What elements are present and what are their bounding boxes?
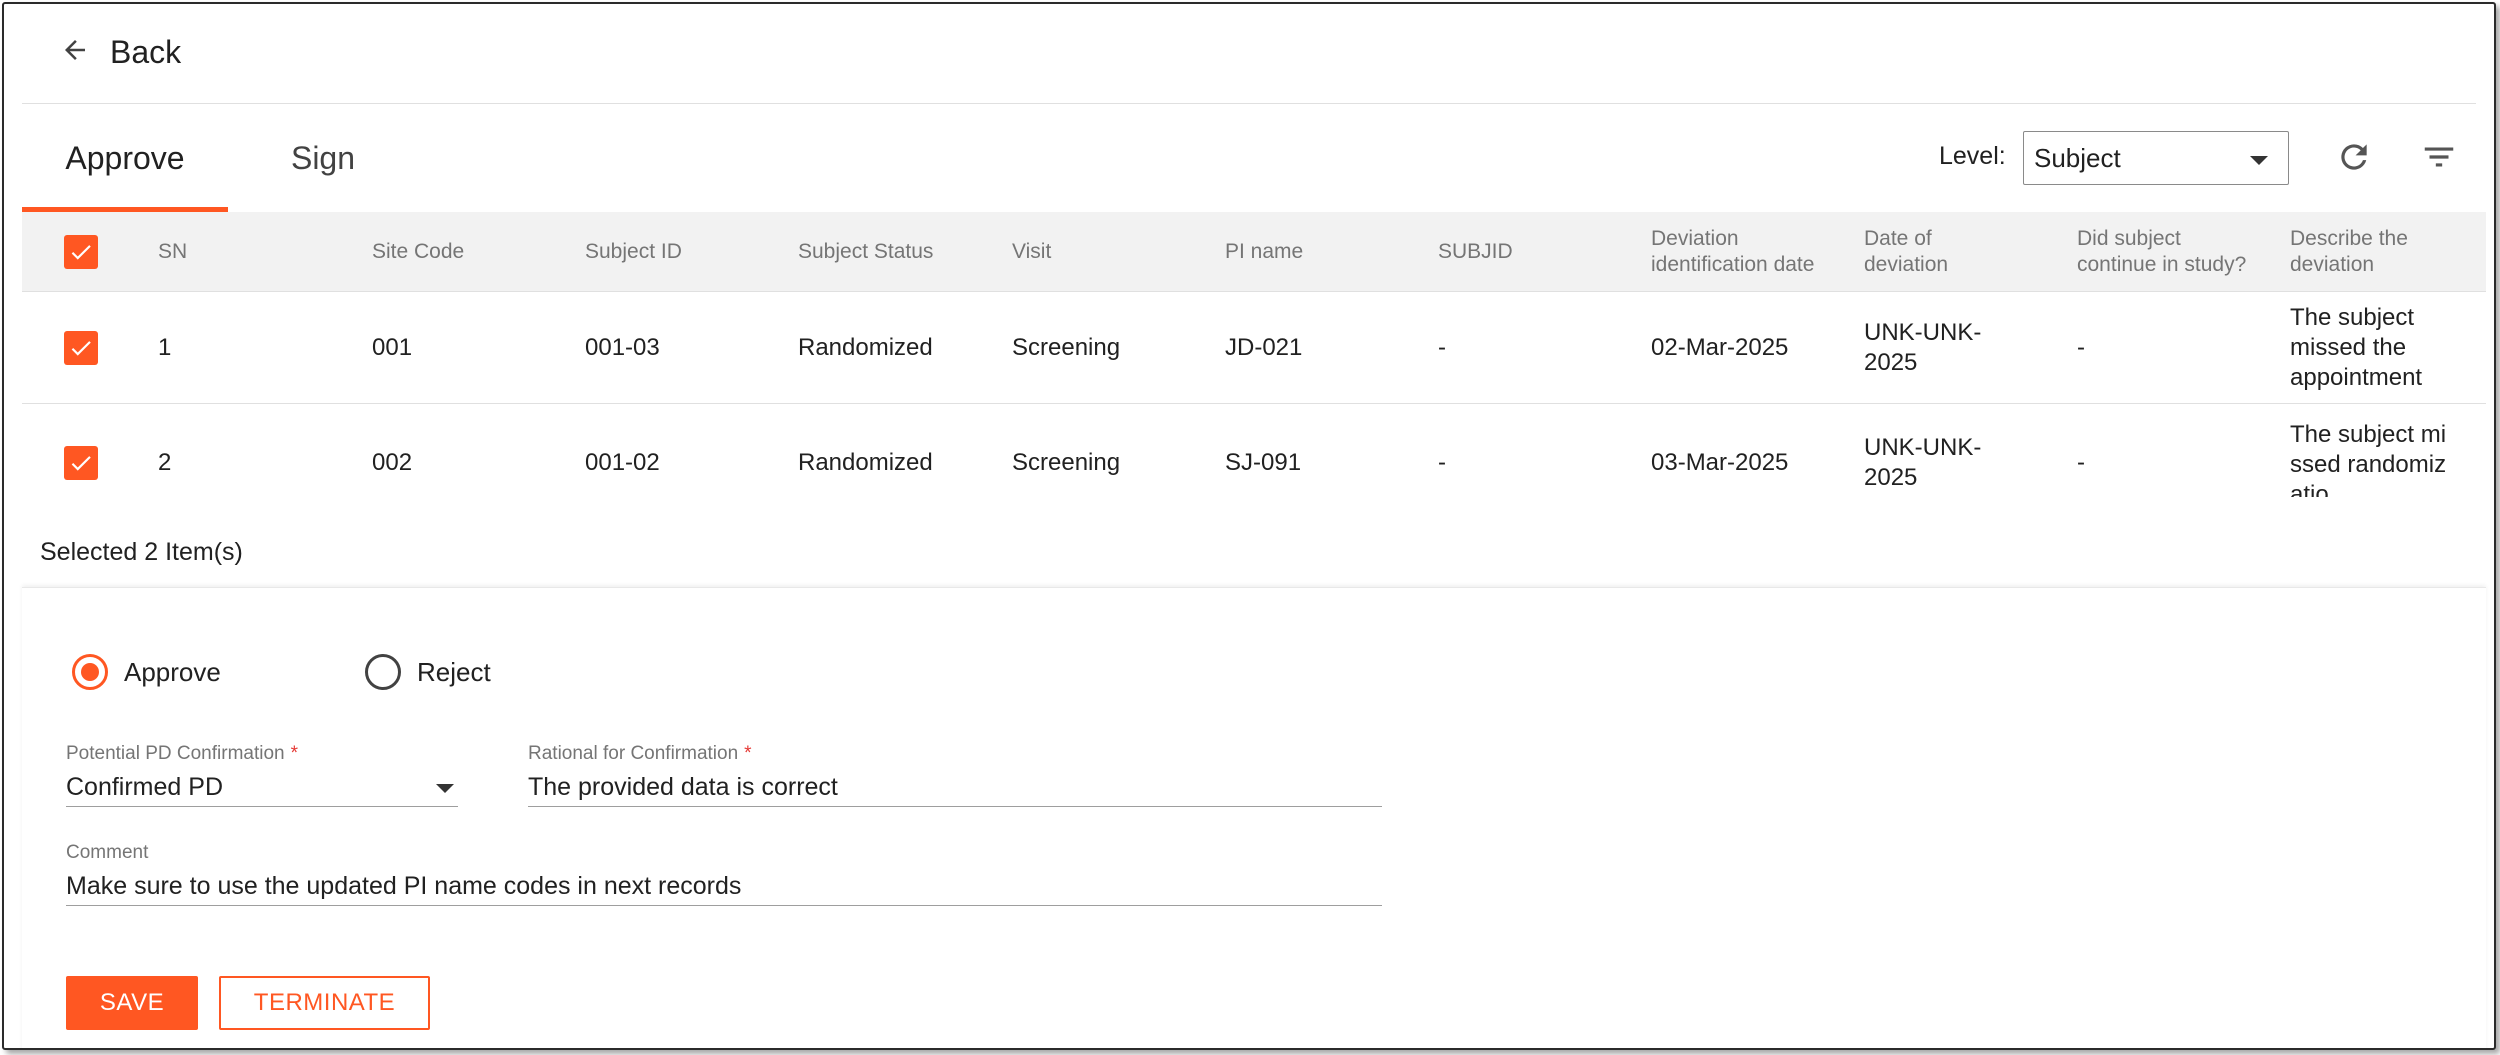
- potential-pd-label-text: Potential PD Confirmation: [66, 743, 285, 764]
- cell-deviation-identification-date: 02-Mar-2025: [1651, 333, 1789, 361]
- level-select[interactable]: Subject: [2023, 131, 2289, 185]
- page-header: Back: [22, 4, 2476, 104]
- cell-subjid: -: [1438, 448, 1446, 476]
- column-header-subject-id[interactable]: Subject ID: [585, 212, 785, 291]
- comment-field[interactable]: Comment Make sure to use the updated PI …: [66, 842, 1382, 906]
- back-button[interactable]: Back: [60, 34, 181, 71]
- cell-site-code: 001: [372, 333, 413, 361]
- reject-radio-label: Reject: [417, 656, 491, 687]
- column-header-deviation-identification-date[interactable]: Deviation identification date: [1651, 212, 1821, 291]
- cell-subject-id: 001-02: [585, 448, 660, 476]
- cell-pi-name: SJ-091: [1225, 448, 1302, 476]
- rationale-field[interactable]: Rational for Confirmation * The provided …: [528, 743, 1382, 807]
- checkbox-checked-icon: [71, 456, 91, 471]
- cell-date-of-deviation: UNK-UNK-2025: [1864, 433, 1982, 491]
- deviation-table: SN Site Code Subject ID Subject Status V…: [22, 212, 2486, 497]
- required-mark: *: [744, 743, 752, 764]
- column-header-describe-deviation[interactable]: Describe the deviation: [2290, 212, 2460, 291]
- column-header-date-of-deviation[interactable]: Date of deviation: [1864, 212, 2004, 291]
- approve-radio[interactable]: Approve: [72, 654, 221, 690]
- potential-pd-select[interactable]: Confirmed PD: [66, 771, 458, 807]
- level-value: Subject: [2034, 142, 2121, 173]
- cell-pi-name: JD-021: [1225, 333, 1303, 361]
- cell-date-of-deviation: UNK-UNK-2025: [1864, 318, 1982, 376]
- checkbox-checked-icon: [71, 245, 91, 260]
- rationale-input[interactable]: The provided data is correct: [528, 771, 1382, 807]
- potential-pd-value: Confirmed PD: [66, 773, 223, 801]
- reject-radio[interactable]: Reject: [365, 654, 491, 690]
- refresh-icon: [2335, 138, 2373, 181]
- comment-input[interactable]: Make sure to use the updated PI name cod…: [66, 870, 1382, 906]
- back-label: Back: [110, 34, 182, 70]
- tab-approve[interactable]: Approve: [22, 104, 228, 212]
- refresh-button[interactable]: [2329, 134, 2379, 184]
- cell-subject-status: Randomized: [798, 333, 933, 361]
- table-row[interactable]: 1 001 001-03 Randomized Screening JD-021…: [22, 292, 2486, 404]
- app-window: Back Approve Sign Level: Subject SN Site…: [2, 2, 2496, 1050]
- approval-form: Approve Reject Potential PD Confirmation…: [22, 587, 2486, 1048]
- cell-continue-in-study: -: [2077, 448, 2085, 476]
- potential-pd-field[interactable]: Potential PD Confirmation * Confirmed PD: [66, 743, 458, 807]
- approve-radio-label: Approve: [124, 656, 221, 687]
- level-label: Level:: [1939, 142, 2006, 170]
- selection-count: Selected 2 Item(s): [40, 538, 243, 566]
- radio-checked-icon: [72, 654, 108, 690]
- cell-subject-id: 001-03: [585, 333, 660, 361]
- filter-icon: [2420, 138, 2458, 181]
- chevron-down-icon: [436, 784, 454, 793]
- row-checkbox[interactable]: [64, 446, 98, 480]
- comment-label: Comment: [66, 842, 149, 863]
- cell-site-code: 002: [372, 448, 413, 476]
- radio-unchecked-icon: [365, 654, 401, 690]
- column-header-site-code[interactable]: Site Code: [372, 212, 572, 291]
- column-header-sn[interactable]: SN: [158, 212, 358, 291]
- column-header-subject-status[interactable]: Subject Status: [798, 212, 948, 291]
- row-checkbox[interactable]: [64, 331, 98, 365]
- arrow-left-icon: [60, 35, 90, 70]
- table-header: SN Site Code Subject ID Subject Status V…: [22, 212, 2486, 292]
- tab-sign[interactable]: Sign: [258, 104, 388, 212]
- select-all-checkbox[interactable]: [64, 235, 98, 269]
- filter-button[interactable]: [2414, 134, 2464, 184]
- cell-subjid: -: [1438, 333, 1446, 361]
- cell-visit: Screening: [1012, 333, 1121, 361]
- cell-deviation-identification-date: 03-Mar-2025: [1651, 448, 1789, 476]
- column-header-continue-in-study[interactable]: Did subject continue in study?: [2077, 212, 2247, 291]
- checkbox-checked-icon: [71, 341, 91, 356]
- cell-description: The subject missed randomizatio: [2290, 421, 2447, 497]
- column-header-pi-name[interactable]: PI name: [1225, 212, 1425, 291]
- required-mark: *: [290, 743, 299, 764]
- rationale-label-text: Rational for Confirmation: [528, 743, 739, 764]
- column-header-subjid[interactable]: SUBJID: [1438, 212, 1638, 291]
- chevron-down-icon: [2250, 156, 2268, 165]
- column-header-visit[interactable]: Visit: [1012, 212, 1212, 291]
- terminate-button[interactable]: TERMINATE: [219, 976, 430, 1030]
- potential-pd-label: Potential PD Confirmation *: [66, 743, 458, 765]
- table-row[interactable]: 2 002 001-02 Randomized Screening SJ-091…: [22, 404, 2486, 497]
- cell-sn: 1: [158, 333, 172, 361]
- cell-subject-status: Randomized: [798, 448, 933, 476]
- cell-description: The subject missed the appointment: [2290, 303, 2423, 391]
- save-button[interactable]: SAVE: [66, 976, 198, 1030]
- cell-sn: 2: [158, 448, 172, 476]
- tab-bar: Approve Sign: [22, 104, 622, 212]
- cell-visit: Screening: [1012, 448, 1121, 476]
- cell-continue-in-study: -: [2077, 333, 2085, 361]
- rationale-label: Rational for Confirmation *: [528, 743, 1382, 765]
